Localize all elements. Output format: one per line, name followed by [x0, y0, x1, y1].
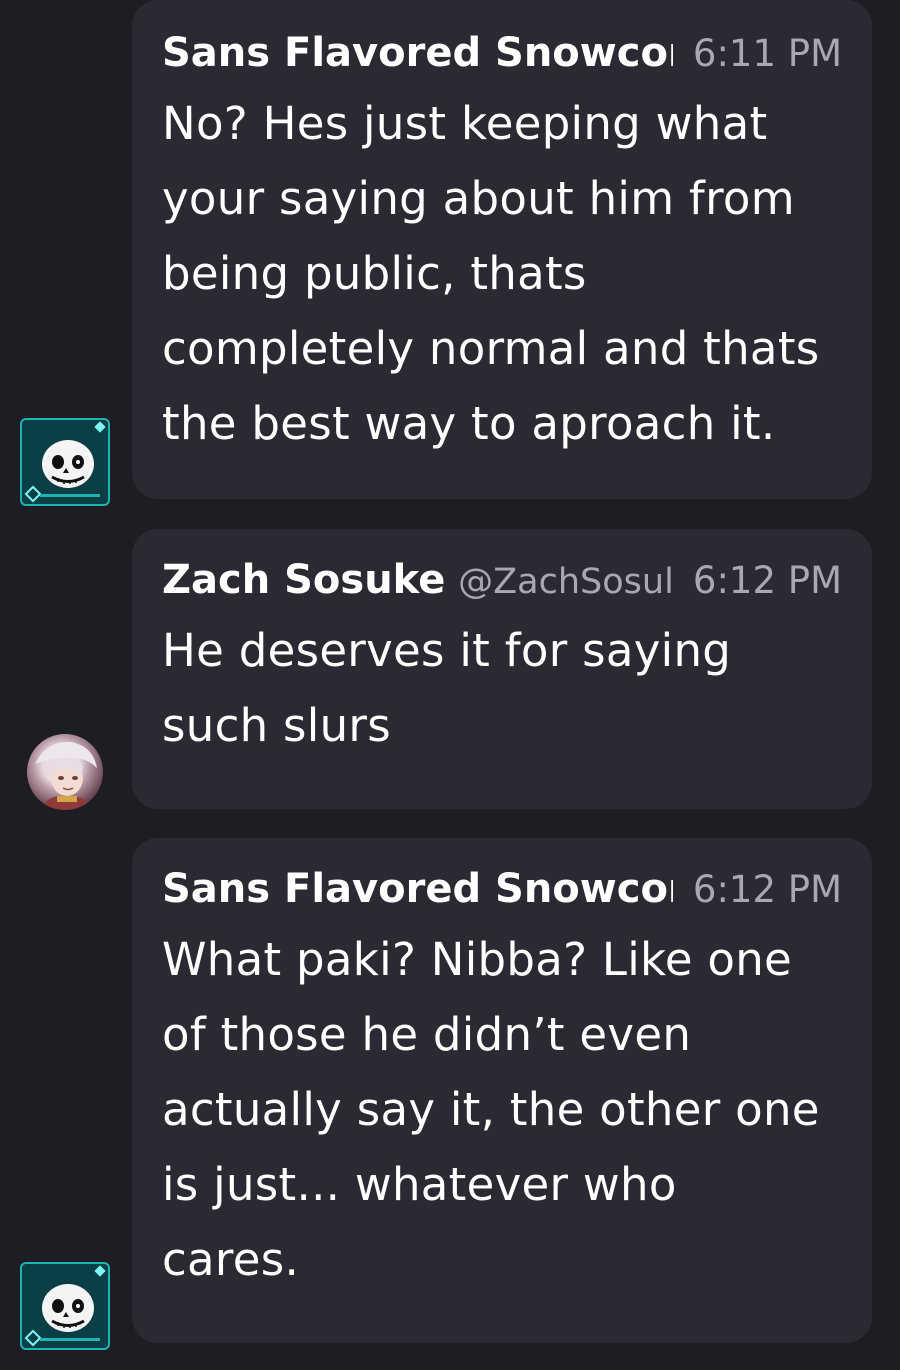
message-line: your saying about him from: [162, 172, 795, 225]
author-name[interactable]: Sans Flavored Snowcor: [162, 866, 673, 912]
message-bubble[interactable]: Sans Flavored Snowcor 6:11 PM No? Hes ju…: [132, 0, 872, 499]
skull-icon: [42, 1284, 94, 1332]
anime-face-icon: [35, 741, 97, 810]
author-name[interactable]: Zach Sosuke: [162, 557, 444, 603]
message-line: the best way to aproach it.: [162, 397, 776, 450]
message-text: What paki? Nibba? Like one of those he d…: [162, 922, 842, 1297]
message-line: actually say it, the other one: [162, 1083, 820, 1136]
author-name[interactable]: Sans Flavored Snowcor: [162, 30, 673, 76]
message-line: of those he didn’t even: [162, 1008, 692, 1061]
message-bubble[interactable]: Zach Sosuke @ZachSosul 6:12 PM He deserv…: [132, 529, 872, 809]
message-line: No? Hes just keeping what: [162, 97, 768, 150]
message-line: is just... whatever who: [162, 1158, 677, 1211]
message-line: completely normal and thats: [162, 322, 820, 375]
sans-skull-avatar[interactable]: [20, 1262, 110, 1350]
timestamp: 6:12 PM: [692, 868, 842, 911]
message-header: Sans Flavored Snowcor 6:11 PM: [162, 30, 842, 82]
message-line: being public, thats: [162, 247, 587, 300]
message-line: He deserves it for saying: [162, 624, 732, 677]
message-header: Zach Sosuke @ZachSosul 6:12 PM: [162, 557, 842, 609]
message-line: such slurs: [162, 699, 391, 752]
anime-character-avatar[interactable]: [27, 734, 103, 810]
message-line: cares.: [162, 1233, 300, 1286]
author-handle[interactable]: @ZachSosul: [458, 562, 673, 602]
skull-icon: [42, 440, 94, 488]
message-header: Sans Flavored Snowcor 6:12 PM: [162, 866, 842, 918]
message-line: What paki? Nibba? Like one: [162, 933, 793, 986]
timestamp: 6:11 PM: [692, 32, 842, 75]
message-bubble[interactable]: Sans Flavored Snowcor 6:12 PM What paki?…: [132, 838, 872, 1343]
timestamp: 6:12 PM: [692, 559, 842, 602]
sans-skull-avatar[interactable]: [20, 418, 110, 506]
message-text: He deserves it for saying such slurs: [162, 613, 842, 763]
message-text: No? Hes just keeping what your saying ab…: [162, 86, 842, 461]
